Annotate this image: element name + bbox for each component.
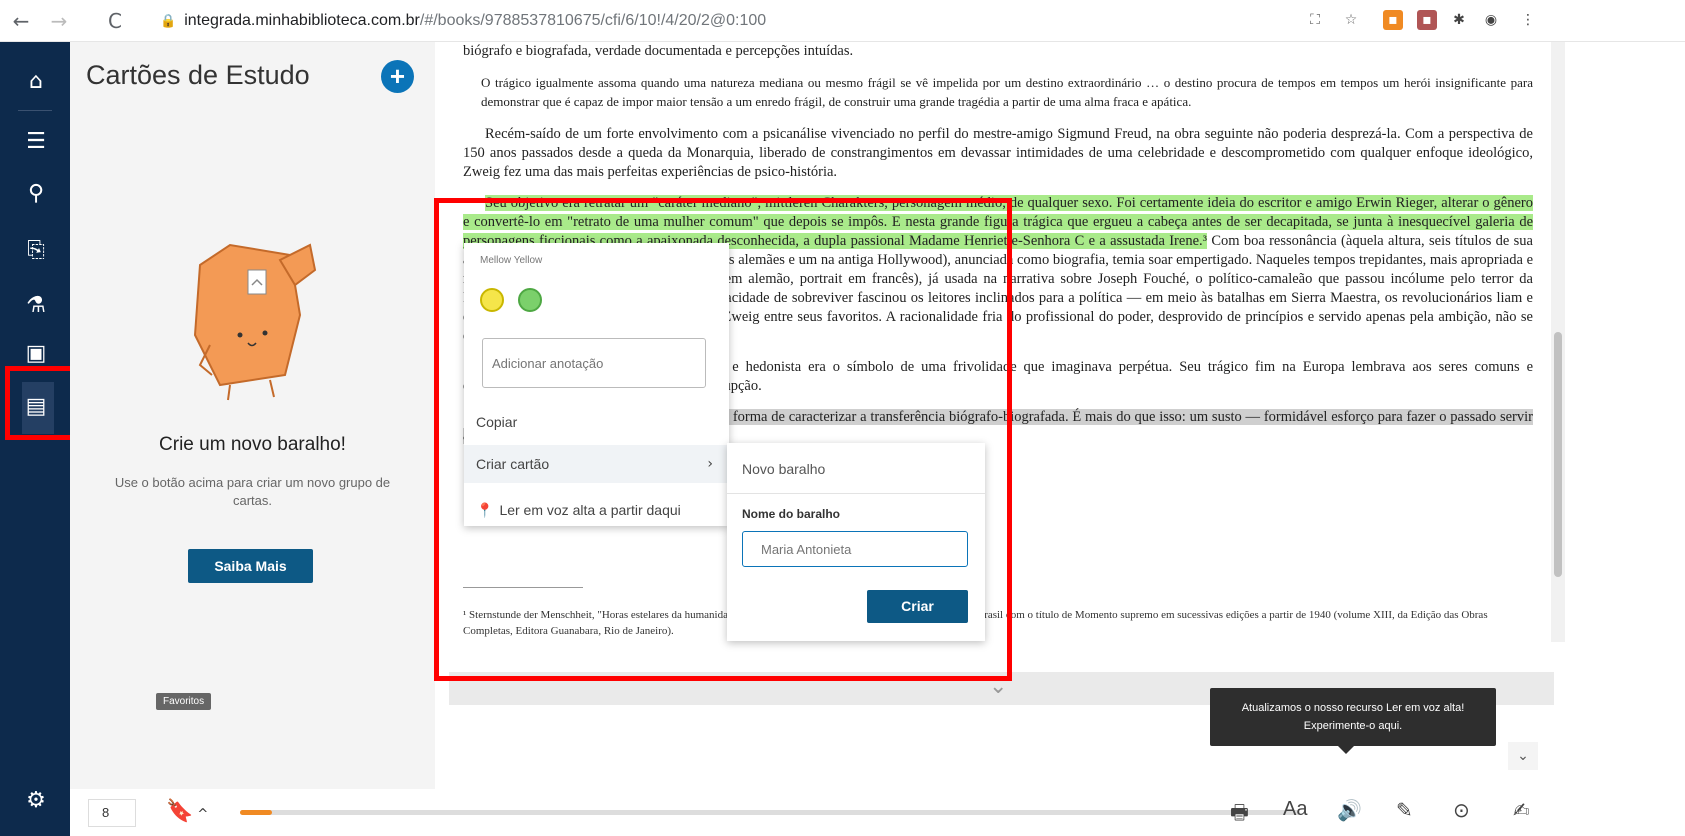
create-card-label: Criar cartão [476,456,550,472]
submenu-divider [727,493,985,494]
add-deck-button[interactable]: + [381,60,414,93]
yellow-swatch[interactable] [480,288,504,312]
read-aloud-label: Ler em voz alta a partir daqui [499,502,681,518]
rail-divider [18,110,52,111]
selection-context-menu: Mellow Yellow Copiar Criar cartão › 📍 Ler … [464,243,729,526]
url-path: /#/books/9788537810675/cfi/6/10!/4/20/2@… [419,12,767,29]
read-aloud-menu-item[interactable]: 📍 Ler em voz alta a partir daqui [464,491,729,529]
footnote: ¹ Sternstunde der Menschheit, "Horas est… [463,609,1488,637]
url-domain: integrada.minhabiblioteca.com.br [184,12,420,29]
flashcards-panel: Cartões de Estudo + Crie um novo baralho… [70,42,435,836]
create-card-submenu: Novo baralho Nome do baralho Criar [727,443,985,641]
menu-icon[interactable]: ⋮ [1518,10,1538,30]
scrollbar-thumb[interactable] [1554,332,1562,577]
favorites-tooltip: Favoritos [156,693,212,710]
forward-icon[interactable]: → [46,8,72,34]
profile-icon[interactable]: ◉ [1481,10,1501,30]
create-card-menu-item[interactable]: Criar cartão › [464,445,729,483]
annotation-input[interactable] [482,338,706,388]
location-pin-icon: 📍 [476,503,494,519]
copy-menu-item[interactable]: Copiar [464,403,729,441]
address-bar[interactable]: 🔒 integrada.minhabiblioteca.com.br/#/book… [160,7,766,35]
paragraph: biógrafo e biografada, verdade documenta… [463,43,854,59]
toc-icon[interactable]: ☰ [22,128,50,156]
bookmark-icon[interactable]: 🔖 ^ [166,799,208,824]
green-swatch[interactable] [518,288,542,312]
bottom-toolbar: 8 🔖 ^ 🖶 Aa 🔊 ✎ ⊙ ✍ [70,789,1685,836]
extension-2-icon[interactable]: ▪ [1417,10,1437,30]
notice-pointer [1338,746,1354,754]
extension-icon[interactable]: ▪ [1383,10,1403,30]
paragraph: Recém-saído de um forte envolvimento com… [463,126,1533,180]
reading-progress-fill [240,810,272,815]
highlight-color-name: Mellow Yellow [480,255,543,266]
footnote-divider [463,587,583,588]
figures-icon[interactable]: ▣ [22,340,50,368]
create-deck-button[interactable]: Criar [867,590,968,623]
search-icon[interactable]: ⚲ [22,180,50,208]
chevron-right-icon: › [707,456,713,472]
reload-icon[interactable]: C [102,8,128,34]
star-icon[interactable]: ☆ [1341,10,1361,30]
flashcards-icon[interactable]: ▤ [22,393,50,421]
reading-progress-bar[interactable] [240,810,1300,815]
block-quote: O trágico igualmente assoma quando uma n… [481,75,1533,109]
collapse-chevron-icon[interactable]: ⌄ [1508,742,1538,770]
print-icon[interactable]: 🖶 [1230,798,1249,832]
translate-icon[interactable]: ⛶ [1305,10,1325,30]
page-number-input[interactable]: 8 [88,799,136,827]
empty-state-subtitle: Use o botão acima para criar um novo gru… [114,475,391,508]
flask-icon[interactable]: ⚗ [22,292,50,320]
highlighter-icon[interactable]: ✎ [1396,798,1413,822]
empty-state-title: Crie um novo baralho! [159,434,346,455]
learn-more-button[interactable]: Saiba Mais [188,549,313,583]
chevron-down-icon[interactable]: ⌄ [989,674,1007,699]
browser-toolbar: ← → C 🔒 integrada.minhabiblioteca.com.br/… [0,0,1685,42]
more-icon[interactable]: ⊙ [1453,798,1470,822]
puzzle-icon[interactable]: ✱ [1449,10,1469,30]
font-size-icon[interactable]: Aa [1283,798,1307,821]
notes-icon[interactable]: ✍ [1513,798,1530,822]
panel-title: Cartões de Estudo [86,60,310,90]
mascot-illustration [193,243,317,401]
new-deck-option[interactable]: Novo baralho [742,461,825,477]
back-icon[interactable]: ← [8,8,34,34]
deck-name-input[interactable] [742,531,968,567]
exit-book-icon[interactable]: ⎘ [22,237,50,265]
read-aloud-notice[interactable]: Atualizamos o nosso recurso Ler em voz a… [1210,688,1496,746]
read-aloud-icon[interactable]: 🔊 [1337,798,1362,822]
deck-name-label: Nome do baralho [742,507,841,521]
left-rail: ⌂ ☰ ⚲ ⎘ ⚗ ▣ ▤ ⚙ [0,42,70,836]
lock-icon: 🔒 [160,14,177,29]
home-icon[interactable]: ⌂ [22,68,50,96]
settings-icon[interactable]: ⚙ [22,787,50,815]
